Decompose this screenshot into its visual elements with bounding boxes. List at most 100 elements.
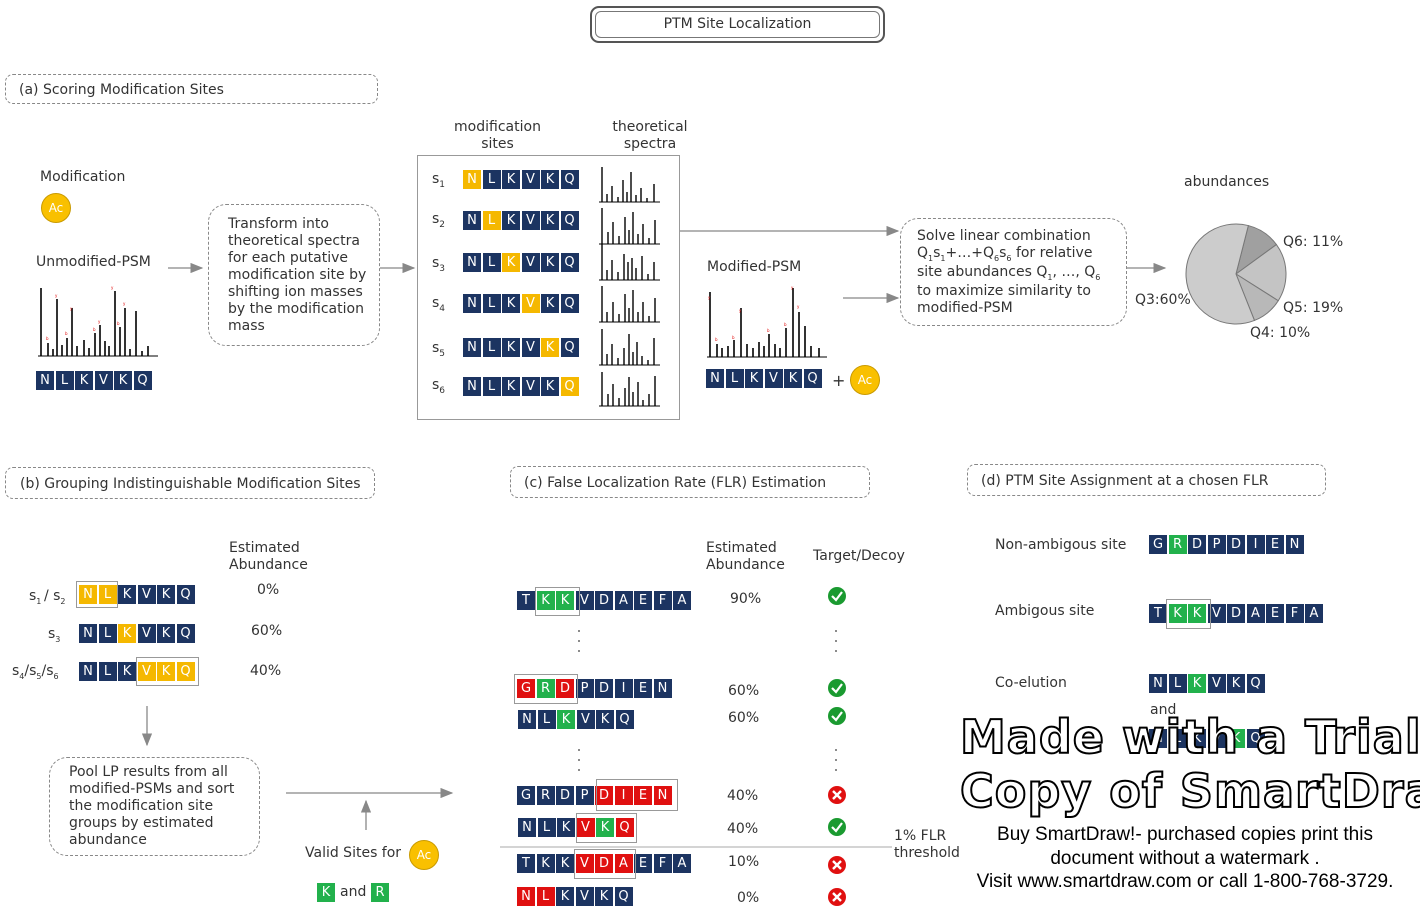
flr-value: 60% [728, 683, 760, 699]
residue: L [482, 170, 501, 189]
modified-peptide: NLKVKQ [706, 369, 823, 388]
residue: G [517, 786, 535, 805]
check-circle-icon [828, 679, 846, 697]
site-label-3: s3 [432, 255, 446, 274]
site-peptide-3: NLKVKQ [463, 253, 580, 272]
flr-value: 10% [728, 854, 760, 870]
residue: A [614, 591, 633, 610]
residue: K [541, 377, 559, 396]
modified-psm-label: Modified-PSM [707, 259, 802, 275]
residue: V [764, 369, 783, 388]
transform-box: Transform into theoretical spectra for e… [208, 204, 380, 346]
residue-valid: K [1168, 604, 1187, 623]
residue: A [673, 854, 691, 873]
residue-valid: K [556, 591, 574, 610]
cross-circle-icon [828, 786, 846, 804]
residue: E [634, 854, 652, 873]
residue: K [75, 371, 93, 390]
flr-value: 90% [730, 591, 762, 607]
coelution-peptide: NLKVKQ [1149, 674, 1266, 693]
residue: Q [133, 371, 152, 390]
residue: N [653, 679, 672, 698]
residue-modified: K [541, 338, 559, 357]
residue: E [1266, 604, 1284, 623]
residue: T [1149, 604, 1167, 623]
solve-line-5: modified-PSM [917, 300, 1013, 316]
group-label-2: s3 [48, 626, 61, 644]
acetyl-badge: Ac [409, 840, 439, 870]
svg-text:b: b [117, 321, 120, 326]
pie-label-q5: Q5: 19% [1283, 300, 1344, 316]
section-header-a: (a) Scoring Modification Sites [5, 74, 378, 104]
residue: R [536, 786, 555, 805]
residue: F [653, 854, 672, 873]
site-label-5: s5 [432, 340, 446, 359]
residue: L [725, 369, 744, 388]
flr-row-peptide: GRDPDIEN [517, 679, 673, 698]
svg-text:y: y [55, 293, 58, 298]
residue: Q [560, 170, 579, 189]
residue: Q [560, 294, 579, 313]
residue: N [463, 253, 481, 272]
residue: N [463, 377, 481, 396]
valid-residue-k: K [317, 883, 335, 902]
group-value-1: 0% [257, 582, 280, 598]
residue-valid: K [1188, 604, 1206, 623]
site-peptide-5: NLKVKQ [463, 338, 580, 357]
residue: K [502, 211, 520, 230]
flr-row-peptide: TKKVDAEFA [517, 591, 693, 610]
svg-text:b: b [93, 327, 96, 332]
residue: E [634, 591, 652, 610]
residue-decoy: D [595, 854, 613, 873]
residue: V [575, 591, 594, 610]
residue-valid: K [1188, 674, 1206, 693]
residue: Q [1246, 674, 1265, 693]
residue-modified: L [98, 585, 117, 604]
residue: K [557, 818, 575, 837]
residue-modified: Q [560, 377, 579, 396]
residue: Q [560, 211, 579, 230]
residue: N [518, 818, 536, 837]
residue: N [1149, 674, 1167, 693]
residue-decoy: G [517, 679, 535, 698]
title-frame: PTM Site Localization [590, 6, 885, 43]
residue: K [784, 369, 802, 388]
svg-text:b: b [784, 322, 787, 327]
residue-modified: Q [176, 662, 195, 681]
svg-text:b: b [715, 337, 718, 342]
group-label-3: s4/s5/s6 [12, 663, 59, 681]
residue: L [98, 624, 117, 643]
residue: G [1149, 535, 1167, 554]
group-peptide-1: NLKVKQ [79, 585, 196, 604]
residue-decoy: A [614, 854, 633, 873]
flr-value: 40% [727, 788, 759, 804]
site-peptide-4: NLKVKQ [463, 294, 580, 313]
unmodified-psm-label: Unmodified-PSM [36, 254, 151, 270]
pie-label-q3: Q3:60% [1135, 292, 1191, 308]
residue: K [536, 854, 555, 873]
residue: K [541, 170, 559, 189]
residue: K [502, 377, 520, 396]
residue: Q [614, 887, 633, 906]
residue: L [1168, 674, 1187, 693]
unmodified-peptide: N L K V K Q [36, 371, 153, 390]
watermark-line-3: Buy SmartDraw!- purchased copies print t… [997, 824, 1373, 845]
check-circle-icon [828, 587, 846, 605]
residue: K [541, 211, 559, 230]
residue: P [575, 786, 594, 805]
section-header-c: (c) False Localization Rate (FLR) Estima… [510, 466, 870, 498]
check-circle-icon [828, 818, 846, 836]
residue: L [482, 253, 501, 272]
residue: N [463, 211, 481, 230]
svg-text:y: y [123, 301, 126, 306]
column-modification-sites: modification sites [454, 119, 541, 152]
valid-residue-r: R [371, 883, 389, 902]
pool-text: Pool LP results from all modified-PSMs a… [69, 764, 235, 848]
residue: N [79, 624, 97, 643]
site-peptide-1: NLKVKQ [463, 170, 580, 189]
non-ambiguous-peptide: GRDPDIEN [1149, 535, 1305, 554]
check-circle-icon [828, 707, 846, 725]
watermark-line-4: document without a watermark . [1050, 848, 1320, 869]
residue: D [595, 679, 613, 698]
residue-valid: K [557, 710, 575, 729]
